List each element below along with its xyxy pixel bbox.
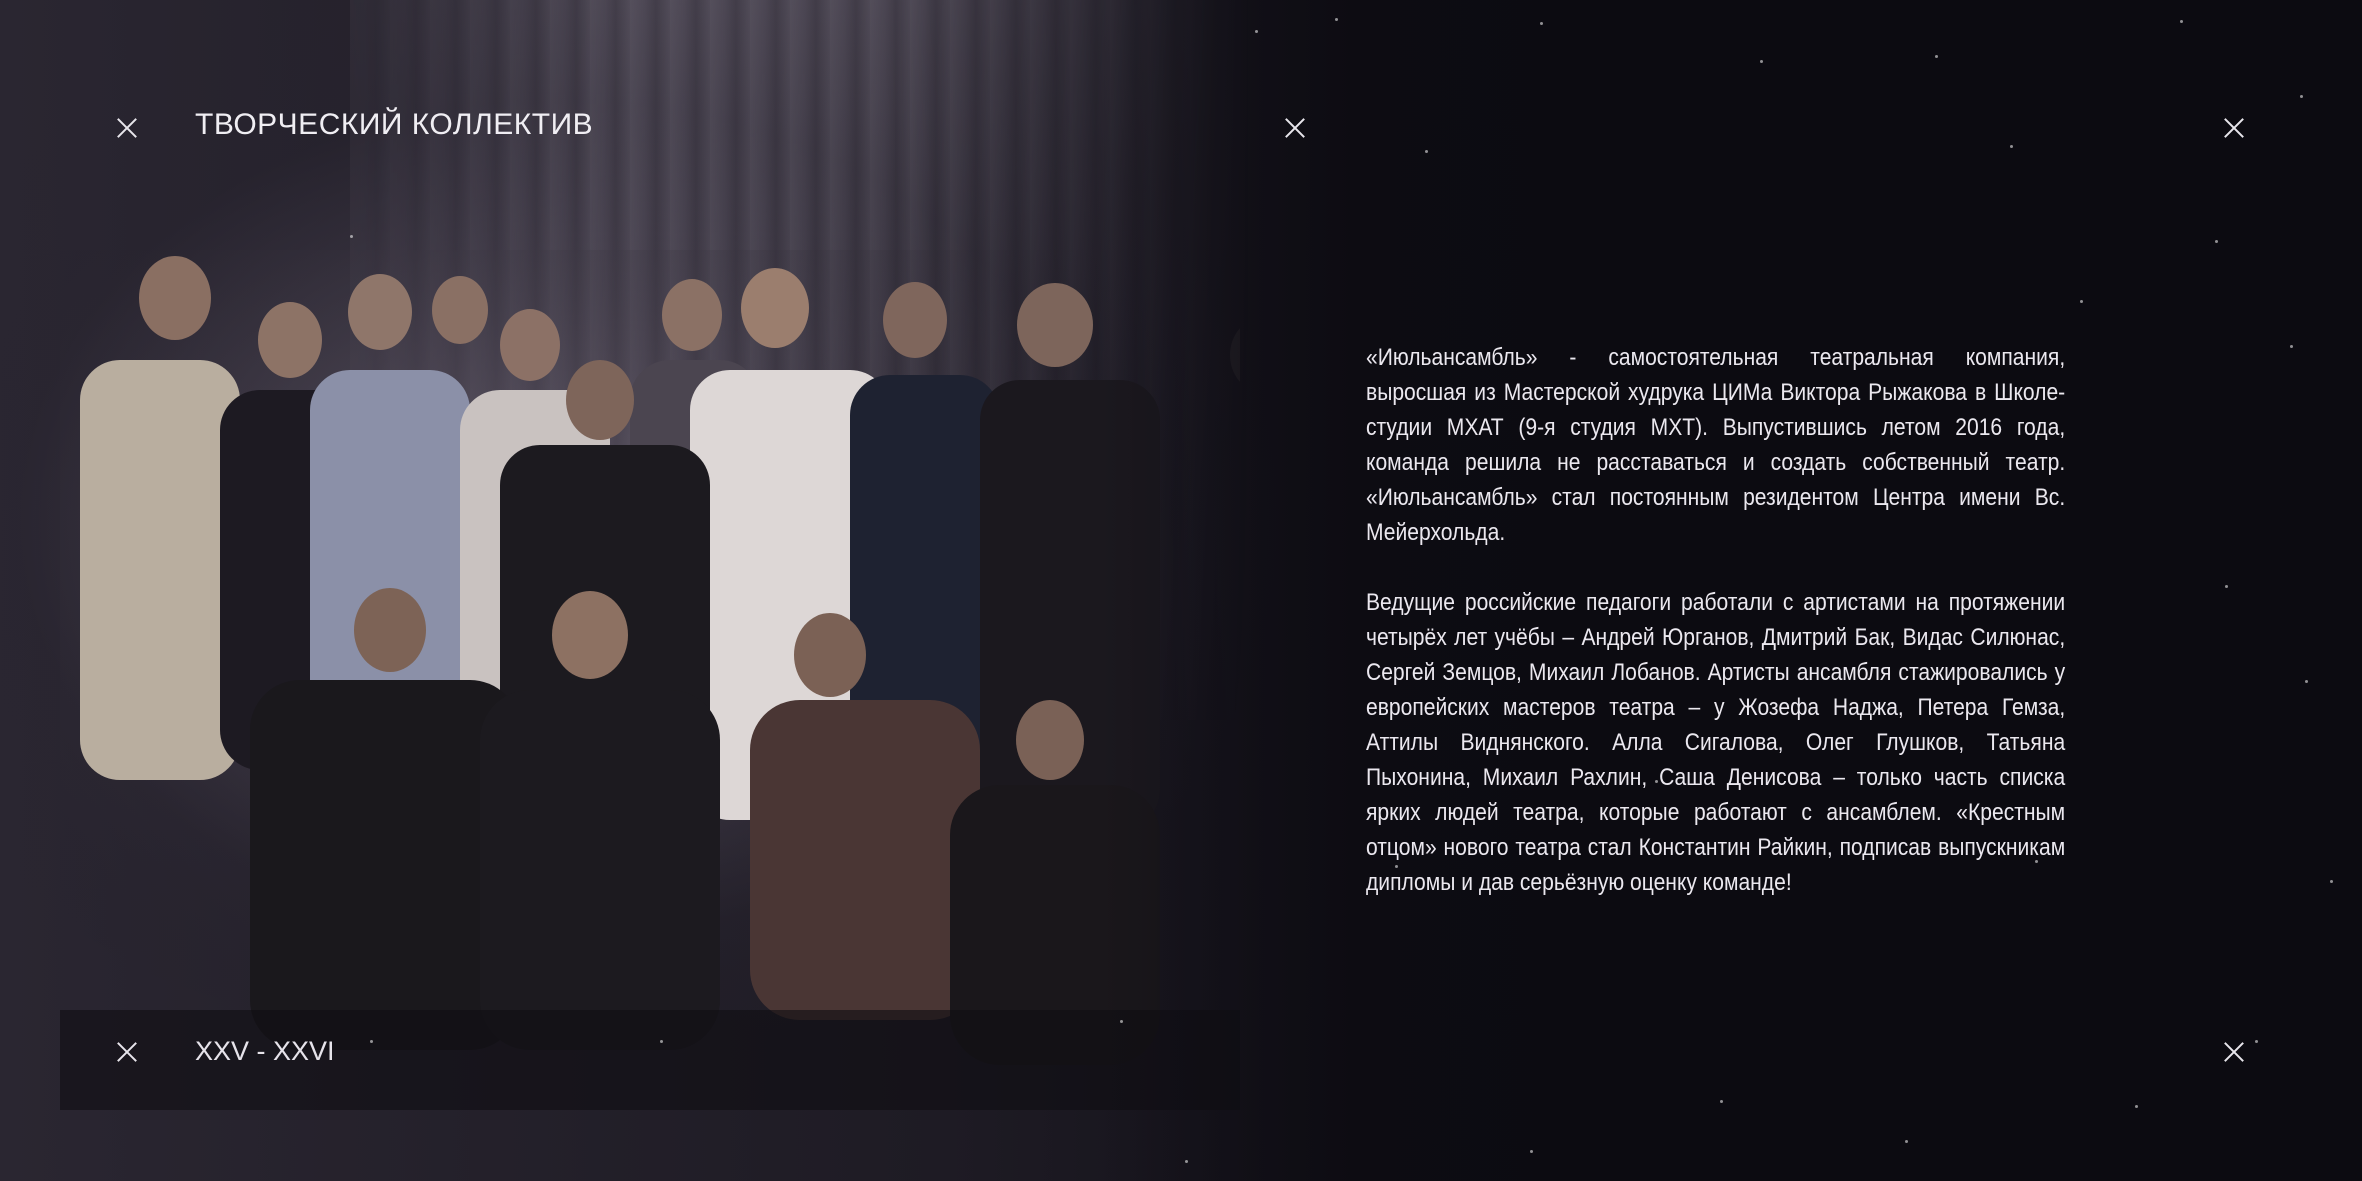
close-x-icon	[2223, 1041, 2245, 1063]
close-x-icon	[1284, 117, 1306, 139]
section-title: ТВОРЧЕСКИЙ КОЛЛЕКТИВ	[195, 108, 594, 141]
close-x-icon	[116, 1041, 138, 1063]
page-numbers: XXV - XXVI	[195, 1036, 335, 1066]
close-x-icon	[116, 117, 138, 139]
body-text: «Июльансамбль» - самостоятельная театрал…	[1366, 340, 2065, 935]
close-x-icon	[2223, 117, 2245, 139]
paragraph-teachers: Ведущие российские педагоги работали с а…	[1366, 589, 2066, 896]
booklet-spread: ТВОРЧЕСКИЙ КОЛЛЕКТИВ XXV - XXVI «Июльанс…	[0, 0, 2362, 1181]
paragraph-intro: «Июльансамбль» - самостоятельная театрал…	[1366, 344, 2066, 546]
ensemble-group-photo	[60, 250, 1240, 1110]
